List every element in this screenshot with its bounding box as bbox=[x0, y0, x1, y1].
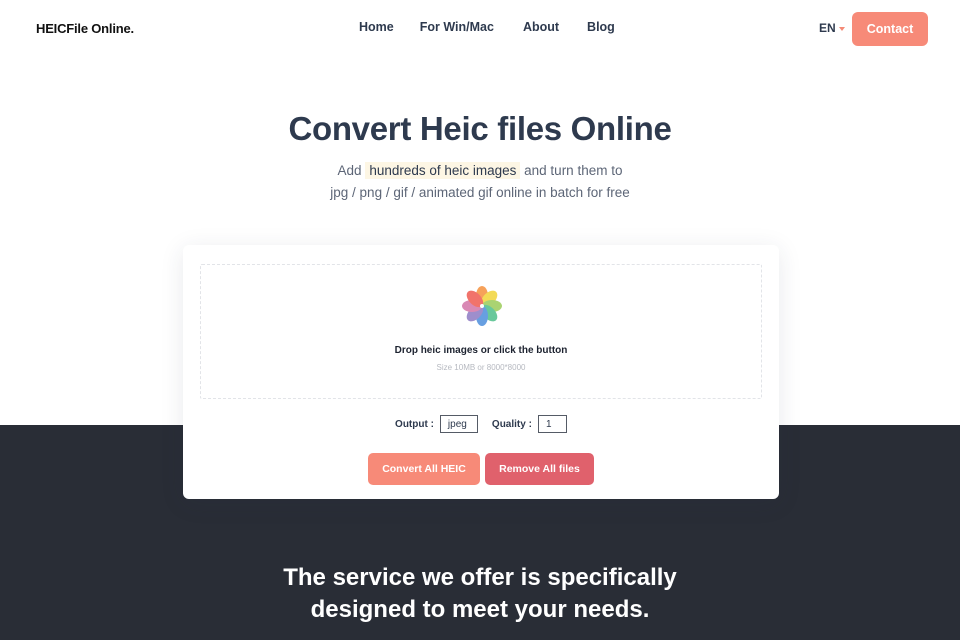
quality-label: Quality : bbox=[491, 418, 532, 430]
nav-blog[interactable]: Blog bbox=[587, 20, 615, 34]
remove-all-button[interactable]: Remove All files bbox=[485, 453, 594, 485]
logo-regular: Online. bbox=[87, 21, 134, 36]
subtitle-prefix: Add bbox=[337, 163, 366, 178]
contact-button[interactable]: Contact bbox=[852, 12, 928, 46]
nav-for-win-mac[interactable]: For Win/Mac bbox=[420, 20, 494, 34]
service-heading-line2: designed to meet your needs. bbox=[310, 596, 650, 623]
nav-about[interactable]: About bbox=[523, 20, 559, 34]
language-selector[interactable]: EN bbox=[819, 21, 845, 35]
drop-instructions: Drop heic images or click the button bbox=[394, 345, 568, 356]
output-format-value: jpeg bbox=[447, 418, 467, 430]
subtitle-line2: jpg / png / gif / animated gif online in… bbox=[330, 185, 630, 200]
size-limit-hint: Size 10MB or 8000*8000 bbox=[436, 363, 526, 372]
nav-home[interactable]: Home bbox=[359, 20, 394, 34]
logo[interactable]: HEICFile Online. bbox=[36, 21, 134, 36]
subtitle-suffix: and turn them to bbox=[520, 163, 623, 178]
quality-input[interactable]: 1 bbox=[537, 415, 567, 433]
caret-down-icon bbox=[838, 26, 845, 31]
output-format-select[interactable]: jpeg bbox=[439, 415, 478, 433]
drop-zone[interactable]: Drop heic images or click the button Siz… bbox=[200, 264, 762, 399]
photos-icon bbox=[462, 286, 502, 326]
hero-subtitle: Add hundreds of heic images and turn the… bbox=[0, 160, 960, 204]
logo-bold: HEICFile bbox=[36, 21, 88, 36]
output-label: Output : bbox=[395, 418, 434, 430]
conversion-options: Output : jpeg Quality : 1 bbox=[183, 415, 779, 433]
action-buttons: Convert All HEIC Remove All files bbox=[183, 453, 779, 485]
language-label: EN bbox=[819, 21, 836, 35]
quality-value: 1 bbox=[545, 418, 552, 430]
subtitle-highlight: hundreds of heic images bbox=[365, 162, 521, 179]
site-header: HEICFile Online. Home For Win/Mac About … bbox=[0, 0, 960, 58]
upload-card: Drop heic images or click the button Siz… bbox=[183, 245, 779, 499]
main-nav: Home For Win/Mac About Blog bbox=[359, 20, 615, 34]
service-heading-line1: The service we offer is specifically bbox=[283, 564, 677, 591]
page-title: Convert Heic files Online bbox=[288, 110, 672, 147]
convert-all-button[interactable]: Convert All HEIC bbox=[368, 453, 480, 485]
service-heading: The service we offer is specifically des… bbox=[0, 562, 960, 626]
